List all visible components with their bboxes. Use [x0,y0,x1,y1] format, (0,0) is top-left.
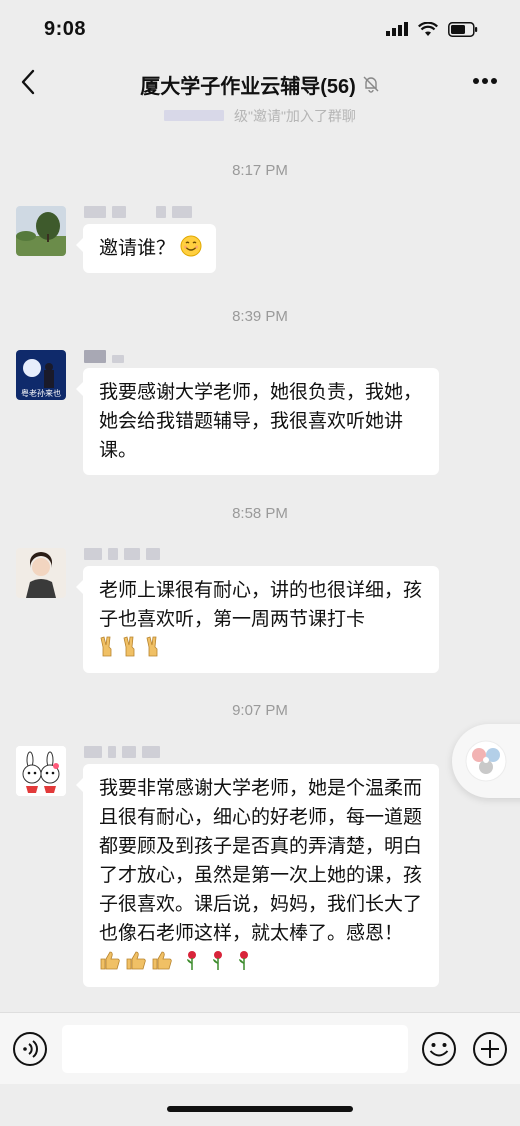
more-dots-icon [473,78,497,84]
sender-name [84,350,204,366]
sender-name [84,206,204,222]
battery-icon [448,21,478,37]
status-bar: 9:08 [0,0,520,58]
avatar[interactable] [16,746,66,796]
input-bar [0,1012,520,1084]
floating-window-button[interactable] [452,724,520,798]
home-indicator[interactable] [167,1106,353,1112]
message-text: 邀请谁？ [99,238,176,259]
message-input[interactable] [62,1025,408,1073]
chat-title: 厦大学子作业云辅导(56) [140,75,356,98]
emoji-button[interactable] [421,1031,457,1072]
message-timestamp: 8:39 PM [232,308,288,325]
message-bubble[interactable]: 我要非常感谢大学老师，她是个温柔而且很有耐心，细心的好老师，每一道题都要顾及到孩… [76,764,439,987]
chat-header: 厦大学子作业云辅导(56) [0,58,520,110]
message-timestamp: 9:07 PM [232,702,288,719]
sender-name [84,548,204,564]
message-bubble[interactable]: 我要感谢大学老师，她很负责，我她，她会给我错题辅导，我很喜欢听她讲课。 [76,368,439,475]
message-text: 我要非常感谢大学老师，她是个温柔而且很有耐心，细心的好老师，每一道题都要顾及到孩… [99,778,423,944]
voice-icon [13,1032,47,1066]
avatar[interactable]: 粤老孙来也 [16,350,66,400]
chevron-left-icon [21,69,35,95]
more-button[interactable] [472,72,498,90]
message-text: 老师上课很有耐心，讲的也很详细，孩子也喜欢听，第一周两节课打卡 [99,580,423,630]
back-button[interactable] [20,68,50,100]
wifi-icon [418,21,438,36]
thumbs-up-emoji-icon [100,951,172,970]
message-text: 我要感谢大学老师，她很负责，我她，她会给我错题辅导，我很喜欢听她讲课。 [99,382,423,461]
status-icons [386,21,478,37]
signal-icon [386,22,408,36]
bell-slash-icon [363,76,379,93]
message-bubble[interactable]: 邀请谁？ [75,224,217,273]
system-notice: 级"邀请"加入了群聊 [0,106,520,126]
system-notice-text: 级"邀请"加入了群聊 [233,108,356,124]
rose-emoji-icon [187,951,249,970]
message-timestamp: 8:17 PM [232,162,288,179]
voice-button[interactable] [12,1031,48,1072]
sender-name [84,746,204,762]
message-timestamp: 8:58 PM [232,505,288,522]
smiley-icon [422,1032,456,1066]
landscape-avatar-icon [16,206,66,256]
plus-circle-icon [473,1032,507,1066]
plus-button[interactable] [472,1031,508,1072]
smiling-emoji-icon [180,235,202,257]
victory-hand-emoji-icon [100,636,158,657]
message-bubble[interactable]: 老师上课很有耐心，讲的也很详细，孩子也喜欢听，第一周两节课打卡 [76,566,439,673]
avatar-caption: 粤老孙来也 [21,389,61,398]
bunny-avatar-icon [16,746,66,796]
avatar[interactable] [16,206,66,256]
status-time: 9:08 [44,17,87,40]
blurred-name [164,110,225,121]
girl-avatar-icon [16,548,66,598]
floating-window-icon [465,740,507,782]
avatar[interactable] [16,548,66,598]
